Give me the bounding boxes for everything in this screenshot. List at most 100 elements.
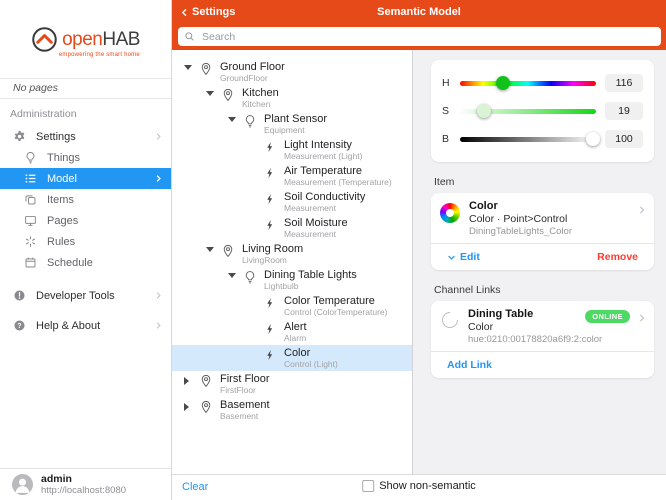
calendar-icon xyxy=(23,255,38,270)
brightness-label: B xyxy=(442,133,451,145)
lightning-bolt-icon xyxy=(262,165,277,180)
server-url: http://localhost:8080 xyxy=(41,485,126,496)
tree-node-alert[interactable]: AlertAlarm xyxy=(172,319,412,345)
channel-uid: hue:0210:00178820a6f9:2:color xyxy=(468,334,602,345)
sidebar-item-label: Schedule xyxy=(47,257,93,269)
tree-node-plant-sensor[interactable]: Plant SensorEquipment xyxy=(172,111,412,137)
location-pin-icon xyxy=(198,61,213,76)
hue-label: H xyxy=(442,77,451,89)
page-title: Semantic Model xyxy=(172,6,666,18)
sidebar-item-developer-tools[interactable]: Developer Tools xyxy=(0,285,171,306)
hue-slider-knob[interactable] xyxy=(496,76,510,90)
edit-item-button[interactable]: Edit xyxy=(447,251,480,263)
gear-icon xyxy=(12,129,27,144)
sparkle-icon xyxy=(23,234,38,249)
tree-node-light-intensity[interactable]: Light IntensityMeasurement (Light) xyxy=(172,137,412,163)
sidebar-user-footer[interactable]: admin http://localhost:8080 xyxy=(0,468,171,500)
lightbulb-icon xyxy=(242,269,257,284)
location-pin-icon xyxy=(198,399,213,414)
sidebar-item-settings[interactable]: Settings xyxy=(0,126,171,147)
location-pin-icon xyxy=(198,373,213,388)
tree-node-soil-conductivity[interactable]: Soil ConductivityMeasurement xyxy=(172,189,412,215)
show-non-semantic-checkbox[interactable] xyxy=(362,480,374,492)
tree-node-basement[interactable]: BasementBasement xyxy=(172,397,412,423)
location-pin-icon xyxy=(220,87,235,102)
logo-tagline: empowering the smart home xyxy=(59,52,140,58)
brightness-slider[interactable] xyxy=(460,137,596,142)
sidebar-item-rules[interactable]: Rules xyxy=(0,231,171,252)
inspector-panel: H 116 S 19 B 100 Item xyxy=(413,50,666,474)
sidebar-item-model[interactable]: Model xyxy=(0,168,171,189)
item-type: Color · Point>Control xyxy=(469,213,572,225)
tree-node-living-room[interactable]: Living RoomLivingRoom xyxy=(172,241,412,267)
search-input[interactable] xyxy=(200,30,655,44)
openhab-logo: openHAB empowering the smart home xyxy=(0,0,171,78)
hue-value-field[interactable]: 116 xyxy=(605,74,643,92)
item-card-row[interactable]: Color Color · Point>Control DiningTableL… xyxy=(431,193,654,243)
remove-item-button[interactable]: Remove xyxy=(597,251,638,263)
sidebar-item-label: Things xyxy=(47,152,80,164)
chevron-right-icon xyxy=(637,313,647,323)
sidebar-item-help-about[interactable]: ? Help & About xyxy=(0,315,171,336)
saturation-slider-knob[interactable] xyxy=(477,104,491,118)
sidebar-item-things[interactable]: Things xyxy=(0,147,171,168)
show-non-semantic-label: Show non-semantic xyxy=(379,480,476,492)
clear-selection-button[interactable]: Clear xyxy=(182,481,208,493)
avatar xyxy=(12,474,33,495)
chevron-down-icon xyxy=(447,253,456,262)
developer-tools-icon xyxy=(12,288,27,303)
expand-arrow-icon[interactable] xyxy=(184,403,198,411)
sidebar-item-pages[interactable]: Pages xyxy=(0,210,171,231)
sidebar-item-label: Rules xyxy=(47,236,75,248)
add-link-button[interactable]: Add Link xyxy=(447,359,492,371)
expand-arrow-icon[interactable] xyxy=(228,273,242,278)
saturation-row: S 19 xyxy=(442,97,643,125)
tree-node-ground-floor[interactable]: Ground FloorGroundFloor xyxy=(172,59,412,85)
sidebar-item-label: Settings xyxy=(36,131,76,143)
tree-node-color-temperature[interactable]: Color TemperatureControl (ColorTemperatu… xyxy=(172,293,412,319)
sidebar-item-label: Help & About xyxy=(36,320,100,332)
chevron-right-icon xyxy=(637,205,647,215)
channel-link-card: Dining Table Color hue:0210:00178820a6f9… xyxy=(431,301,654,378)
brightness-row: B 100 xyxy=(442,125,643,153)
sidebar-item-items[interactable]: Items xyxy=(0,189,171,210)
tree-node-color-selected[interactable]: ColorControl (Light) xyxy=(172,345,412,371)
expand-arrow-icon[interactable] xyxy=(206,247,220,252)
chevron-right-icon xyxy=(154,174,163,183)
channel-links-section-label: Channel Links xyxy=(434,284,654,296)
brightness-value-field[interactable]: 100 xyxy=(605,130,643,148)
channel-placeholder-icon xyxy=(439,309,462,332)
sidebar-item-schedule[interactable]: Schedule xyxy=(0,252,171,273)
svg-text:?: ? xyxy=(17,323,21,330)
sidebar: openHAB empowering the smart home No pag… xyxy=(0,0,172,500)
expand-arrow-icon[interactable] xyxy=(184,65,198,70)
brightness-slider-knob[interactable] xyxy=(586,132,600,146)
tree-node-air-temperature[interactable]: Air TemperatureMeasurement (Temperature) xyxy=(172,163,412,189)
item-title: Color xyxy=(469,200,572,213)
lightning-bolt-icon xyxy=(262,347,277,362)
expand-arrow-icon[interactable] xyxy=(184,377,198,385)
hue-slider[interactable] xyxy=(460,81,596,86)
expand-arrow-icon[interactable] xyxy=(228,117,242,122)
administration-section-label: Administration xyxy=(10,108,161,120)
tree-node-dining-table-lights[interactable]: Dining Table LightsLightbulb xyxy=(172,267,412,293)
back-to-settings-button[interactable]: Settings xyxy=(180,6,235,18)
show-non-semantic-toggle[interactable]: Show non-semantic xyxy=(362,480,476,492)
channel-label: Color xyxy=(468,321,602,333)
saturation-value-field[interactable]: 19 xyxy=(605,102,643,120)
channel-link-row[interactable]: Dining Table Color hue:0210:00178820a6f9… xyxy=(431,301,654,351)
search-bar[interactable] xyxy=(178,27,661,46)
expand-arrow-icon[interactable] xyxy=(206,91,220,96)
chevron-right-icon xyxy=(154,291,163,300)
lightbulb-icon xyxy=(23,150,38,165)
tree-node-first-floor[interactable]: First FloorFirstFloor xyxy=(172,371,412,397)
saturation-slider[interactable] xyxy=(460,109,596,114)
model-tree-icon xyxy=(23,171,38,186)
hsb-color-card: H 116 S 19 B 100 xyxy=(431,60,654,162)
lightning-bolt-icon xyxy=(262,321,277,336)
online-status-badge: ONLINE xyxy=(585,310,630,323)
tree-node-soil-moisture[interactable]: Soil MoistureMeasurement xyxy=(172,215,412,241)
tree-node-kitchen[interactable]: KitchenKitchen xyxy=(172,85,412,111)
sidebar-item-label: Model xyxy=(47,173,77,185)
chevron-right-icon xyxy=(154,132,163,141)
